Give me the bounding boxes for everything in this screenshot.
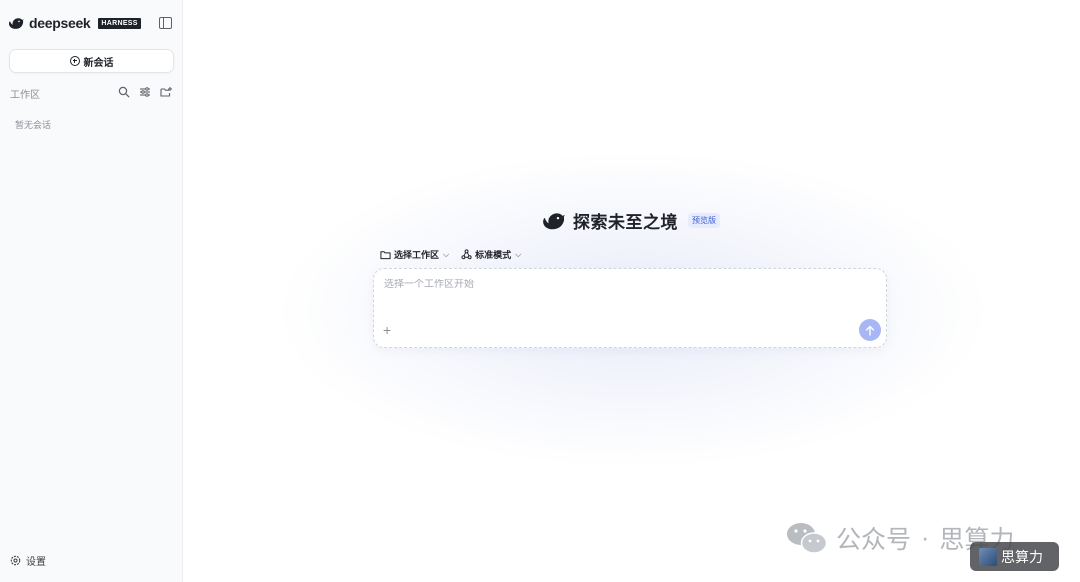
watermark-text: 公众号 <box>836 526 912 554</box>
settings-label: 设置 <box>26 557 46 568</box>
hero-title: 探索未至之境 <box>573 213 678 232</box>
sidebar: deepseek HARNESS 新会话 工作区 暂无会话 设置 <box>0 0 183 582</box>
plus-circle-icon <box>69 56 80 66</box>
main-area: 探索未至之境 预览版 选择工作区 ⌵ 标准模式 ⌵ + <box>183 0 1080 582</box>
composer-input[interactable] <box>384 279 844 290</box>
new-chat-label: 新会话 <box>83 57 114 69</box>
workspace-select-label: 选择工作区 <box>394 250 440 260</box>
settings-button[interactable]: 设置 <box>10 553 46 568</box>
hero-heading: 探索未至之境 预览版 <box>543 208 720 233</box>
search-icon[interactable] <box>118 86 130 98</box>
author-badge-text: 思算力 <box>1001 548 1043 565</box>
filter-icon[interactable] <box>139 86 151 98</box>
chevron-down-icon: ⌵ <box>515 249 522 259</box>
whale-logo-icon <box>543 213 565 230</box>
workspace-tools <box>118 86 172 98</box>
workspace-select[interactable]: 选择工作区 ⌵ <box>380 248 449 261</box>
whale-logo-icon <box>9 18 24 29</box>
composer-box: + <box>373 268 887 348</box>
harness-badge: HARNESS <box>98 17 141 29</box>
empty-conversations-text: 暂无会话 <box>15 120 52 130</box>
new-folder-icon[interactable] <box>160 86 172 98</box>
logo: deepseek HARNESS <box>9 14 141 32</box>
mode-select-label: 标准模式 <box>475 250 512 260</box>
mode-icon <box>461 249 472 260</box>
chevron-down-icon: ⌵ <box>443 249 450 259</box>
arrow-up-icon <box>865 325 875 336</box>
add-attachment-icon[interactable]: + <box>383 323 391 337</box>
workspace-section-label: 工作区 <box>10 90 40 101</box>
wechat-icon <box>787 523 828 554</box>
author-avatar <box>979 547 997 566</box>
folder-icon <box>380 250 391 259</box>
gear-icon <box>10 555 21 566</box>
mode-select[interactable]: 标准模式 ⌵ <box>461 248 521 261</box>
preview-badge: 预览版 <box>688 213 720 228</box>
sidebar-collapse-icon[interactable] <box>159 17 172 29</box>
composer-toolbar: 选择工作区 ⌵ 标准模式 ⌵ <box>380 248 521 261</box>
author-badge: 思算力 <box>970 542 1059 571</box>
new-chat-button[interactable]: 新会话 <box>9 49 174 73</box>
send-button[interactable] <box>859 319 881 341</box>
watermark-dot: · <box>921 523 930 552</box>
logo-text: deepseek <box>29 15 91 31</box>
